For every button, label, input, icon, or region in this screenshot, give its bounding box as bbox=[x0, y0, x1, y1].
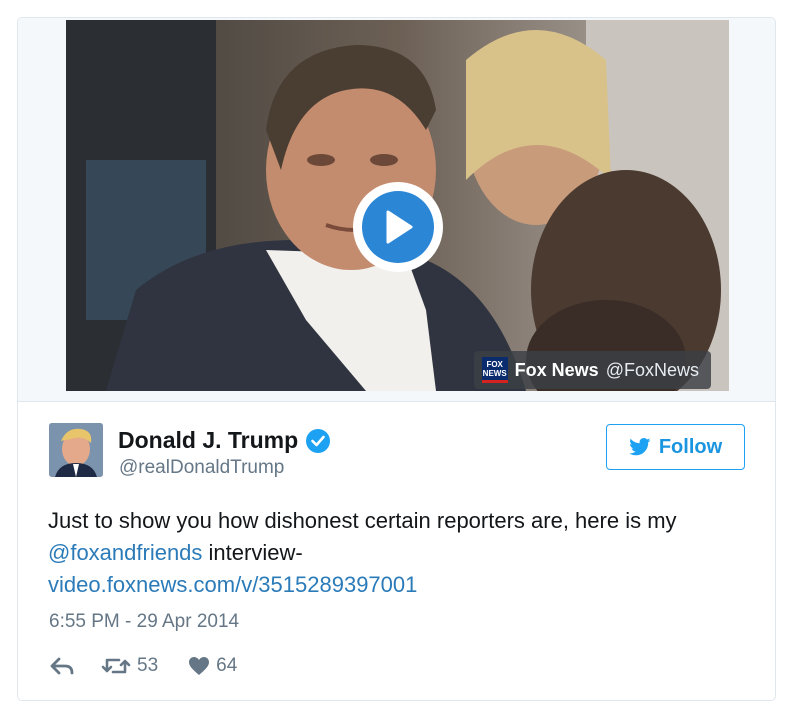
reply-button[interactable] bbox=[49, 656, 75, 676]
heart-icon bbox=[189, 657, 210, 675]
tweet-text-continuation: interview- bbox=[202, 540, 303, 565]
author-name-row[interactable]: Donald J. Trump bbox=[118, 427, 331, 454]
retweet-icon bbox=[101, 658, 131, 674]
follow-button[interactable]: Follow bbox=[606, 424, 745, 470]
retweet-button[interactable]: 53 bbox=[101, 655, 158, 677]
follow-label: Follow bbox=[658, 435, 723, 458]
tweet-timestamp[interactable]: 6:55 PM - 29 Apr 2014 bbox=[49, 611, 239, 633]
like-count: 64 bbox=[216, 655, 238, 676]
retweet-count: 53 bbox=[137, 655, 159, 676]
play-icon bbox=[362, 191, 434, 263]
attribution-handle: @FoxNews bbox=[605, 359, 699, 380]
attribution-name: Fox News bbox=[514, 359, 599, 380]
tweet-text-line: Just to show you how dishonest certain r… bbox=[48, 508, 677, 533]
avatar[interactable] bbox=[49, 423, 103, 477]
media-area: FOX NEWS Fox News @FoxNews bbox=[18, 18, 775, 402]
reply-icon bbox=[50, 657, 74, 675]
fox-news-logo: FOX NEWS bbox=[481, 357, 508, 383]
play-button[interactable] bbox=[353, 182, 443, 272]
verified-badge-icon bbox=[306, 428, 331, 453]
mention-link[interactable]: @foxandfriends bbox=[48, 540, 202, 565]
tweet-card: FOX NEWS Fox News @FoxNews Donald J. Tru… bbox=[17, 17, 776, 701]
tweet-text: Just to show you how dishonest certain r… bbox=[48, 505, 758, 601]
like-button[interactable]: 64 bbox=[188, 655, 237, 677]
video-player[interactable]: FOX NEWS Fox News @FoxNews bbox=[66, 20, 729, 391]
author-name[interactable]: Donald J. Trump bbox=[118, 427, 298, 454]
media-attribution[interactable]: FOX NEWS Fox News @FoxNews bbox=[473, 351, 711, 389]
video-link[interactable]: video.foxnews.com/v/3515289397001 bbox=[48, 572, 417, 597]
tweet-actions: 53 64 bbox=[49, 651, 237, 681]
twitter-bird-icon bbox=[629, 438, 651, 456]
author-handle[interactable]: @realDonaldTrump bbox=[119, 457, 284, 479]
